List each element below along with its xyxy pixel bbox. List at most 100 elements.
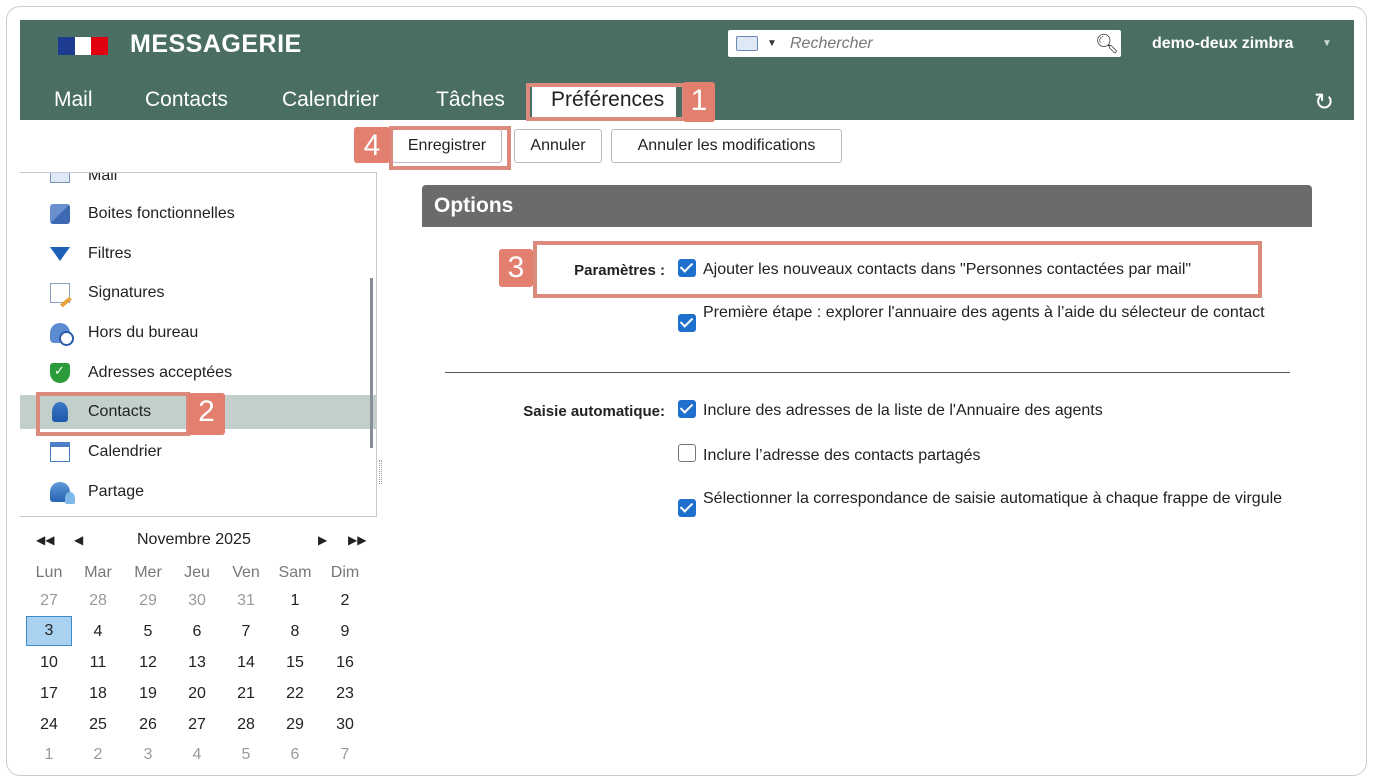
annotation-box-params [533, 241, 1262, 298]
calendar-day[interactable]: 2 [322, 592, 368, 610]
calendar-day[interactable]: 1 [272, 592, 318, 610]
search-type-dropdown[interactable]: ▼ [767, 38, 777, 49]
annotation-box-preferences [526, 83, 686, 121]
calendar-icon [50, 442, 70, 462]
cancel-button[interactable]: Annuler [514, 129, 602, 163]
calendar-day[interactable]: 27 [174, 716, 220, 734]
calendar-day[interactable]: 2 [75, 746, 121, 764]
calendar-day-today[interactable]: 3 [26, 616, 72, 646]
tab-contacts[interactable]: Contacts [145, 88, 228, 112]
nav-item-label: Mail [88, 172, 118, 184]
calendar-dow-5: Sam [278, 564, 312, 581]
chevron-down-icon[interactable]: ▼ [1322, 38, 1332, 49]
calendar-day[interactable]: 29 [272, 716, 318, 734]
nav-item-label: Filtres [88, 245, 132, 262]
calendar-month: Novembre 2025 [137, 531, 251, 548]
calendar-day[interactable]: 30 [322, 716, 368, 734]
undo-changes-button[interactable]: Annuler les modifications [611, 129, 842, 163]
auto-opt3-checkbox[interactable] [678, 499, 696, 517]
calendar-day[interactable]: 13 [174, 654, 220, 672]
calendar-day[interactable]: 15 [272, 654, 318, 672]
search-icon[interactable]: 🔍︎ [1095, 32, 1119, 56]
calendar-day[interactable]: 7 [223, 623, 269, 641]
tab-mail[interactable]: Mail [54, 88, 93, 112]
calendar-day[interactable]: 8 [272, 623, 318, 641]
calendar-day[interactable]: 16 [322, 654, 368, 672]
calendar-day[interactable]: 4 [174, 746, 220, 764]
annotation-badge-3: 3 [499, 249, 533, 287]
params-opt2-checkbox[interactable] [678, 314, 696, 332]
nav-item-label: Signatures [88, 284, 165, 301]
calendar-day[interactable]: 28 [223, 716, 269, 734]
refresh-icon[interactable]: ↻ [1314, 88, 1334, 117]
calendar-day[interactable]: 26 [125, 716, 171, 734]
calendar-day[interactable]: 28 [75, 592, 121, 610]
nav-item-label: Calendrier [88, 443, 162, 460]
auto-opt2-checkbox[interactable] [678, 444, 696, 462]
tree-scrollbar[interactable] [370, 278, 373, 448]
user-menu[interactable]: demo-deux zimbra [1152, 35, 1293, 53]
tab-calendar[interactable]: Calendrier [282, 88, 379, 112]
signature-icon [50, 283, 70, 303]
calendar-day[interactable]: 18 [75, 685, 121, 703]
nav-item-label: Boites fonctionnelles [88, 205, 235, 222]
calendar-day[interactable]: 4 [75, 623, 121, 641]
search-input[interactable] [790, 33, 1080, 54]
prev-month-icon[interactable]: ◀ [74, 533, 83, 547]
autocomplete-label: Saisie automatique: [523, 403, 665, 420]
filter-icon [50, 247, 70, 261]
french-flag-logo [58, 37, 108, 55]
calendar-day[interactable]: 3 [125, 746, 171, 764]
annotation-badge-1: 1 [683, 82, 715, 122]
calendar-day[interactable]: 24 [26, 716, 72, 734]
calendar-day[interactable]: 30 [174, 592, 220, 610]
annotation-badge-2: 2 [188, 393, 225, 435]
calendar-day[interactable]: 7 [322, 746, 368, 764]
nav-item-out-of-office[interactable]: Hors du bureau [20, 316, 376, 350]
nav-item-mail[interactable]: Mail [20, 172, 376, 193]
nav-item-filters[interactable]: Filtres [20, 237, 376, 271]
nav-item-label: Hors du bureau [88, 324, 199, 341]
calendar-day[interactable]: 10 [26, 654, 72, 672]
auto-opt1-checkbox[interactable] [678, 400, 696, 418]
nav-item-sharing[interactable]: Partage [20, 475, 376, 509]
calendar-day[interactable]: 6 [272, 746, 318, 764]
calendar-day[interactable]: 6 [174, 623, 220, 641]
calendar-day[interactable]: 1 [26, 746, 72, 764]
nav-item-functional-boxes[interactable]: Boites fonctionnelles [20, 197, 376, 231]
calendar-day[interactable]: 23 [322, 685, 368, 703]
section-divider [445, 372, 1290, 373]
calendar-day[interactable]: 20 [174, 685, 220, 703]
boxes-icon [50, 204, 70, 224]
prev-year-icon[interactable]: ◀◀ [36, 533, 54, 547]
calendar-dow-0: Lun [35, 564, 63, 581]
calendar-day[interactable]: 5 [125, 623, 171, 641]
calendar-day[interactable]: 9 [322, 623, 368, 641]
calendar-dow-6: Dim [330, 564, 360, 581]
shield-icon [50, 363, 70, 383]
mail-type-icon[interactable] [736, 36, 758, 51]
calendar-day[interactable]: 29 [125, 592, 171, 610]
calendar-day[interactable]: 14 [223, 654, 269, 672]
calendar-day[interactable]: 25 [75, 716, 121, 734]
calendar-day[interactable]: 11 [75, 654, 121, 672]
auto-opt2-label: Inclure l’adresse des contacts partagés [703, 447, 981, 464]
params-opt2-label: Première étape : explorer l'annuaire des… [703, 304, 1265, 321]
next-month-icon[interactable]: ▶ [318, 533, 327, 547]
calendar-day[interactable]: 19 [125, 685, 171, 703]
next-year-icon[interactable]: ▶▶ [348, 533, 366, 547]
nav-item-accepted-addresses[interactable]: Adresses acceptées [20, 356, 376, 390]
nav-item-calendar[interactable]: Calendrier [20, 435, 376, 469]
calendar-day[interactable]: 31 [223, 592, 269, 610]
calendar-day[interactable]: 21 [223, 685, 269, 703]
calendar-day[interactable]: 22 [272, 685, 318, 703]
calendar-day[interactable]: 12 [125, 654, 171, 672]
calendar-day[interactable]: 5 [223, 746, 269, 764]
nav-item-label: Partage [88, 483, 145, 500]
tab-tasks[interactable]: Tâches [436, 88, 505, 112]
pane-resize-handle[interactable] [379, 460, 382, 484]
calendar-day[interactable]: 27 [26, 592, 72, 610]
nav-item-signatures[interactable]: Signatures [20, 276, 376, 310]
nav-item-label: Adresses acceptées [88, 364, 233, 381]
calendar-day[interactable]: 17 [26, 685, 72, 703]
